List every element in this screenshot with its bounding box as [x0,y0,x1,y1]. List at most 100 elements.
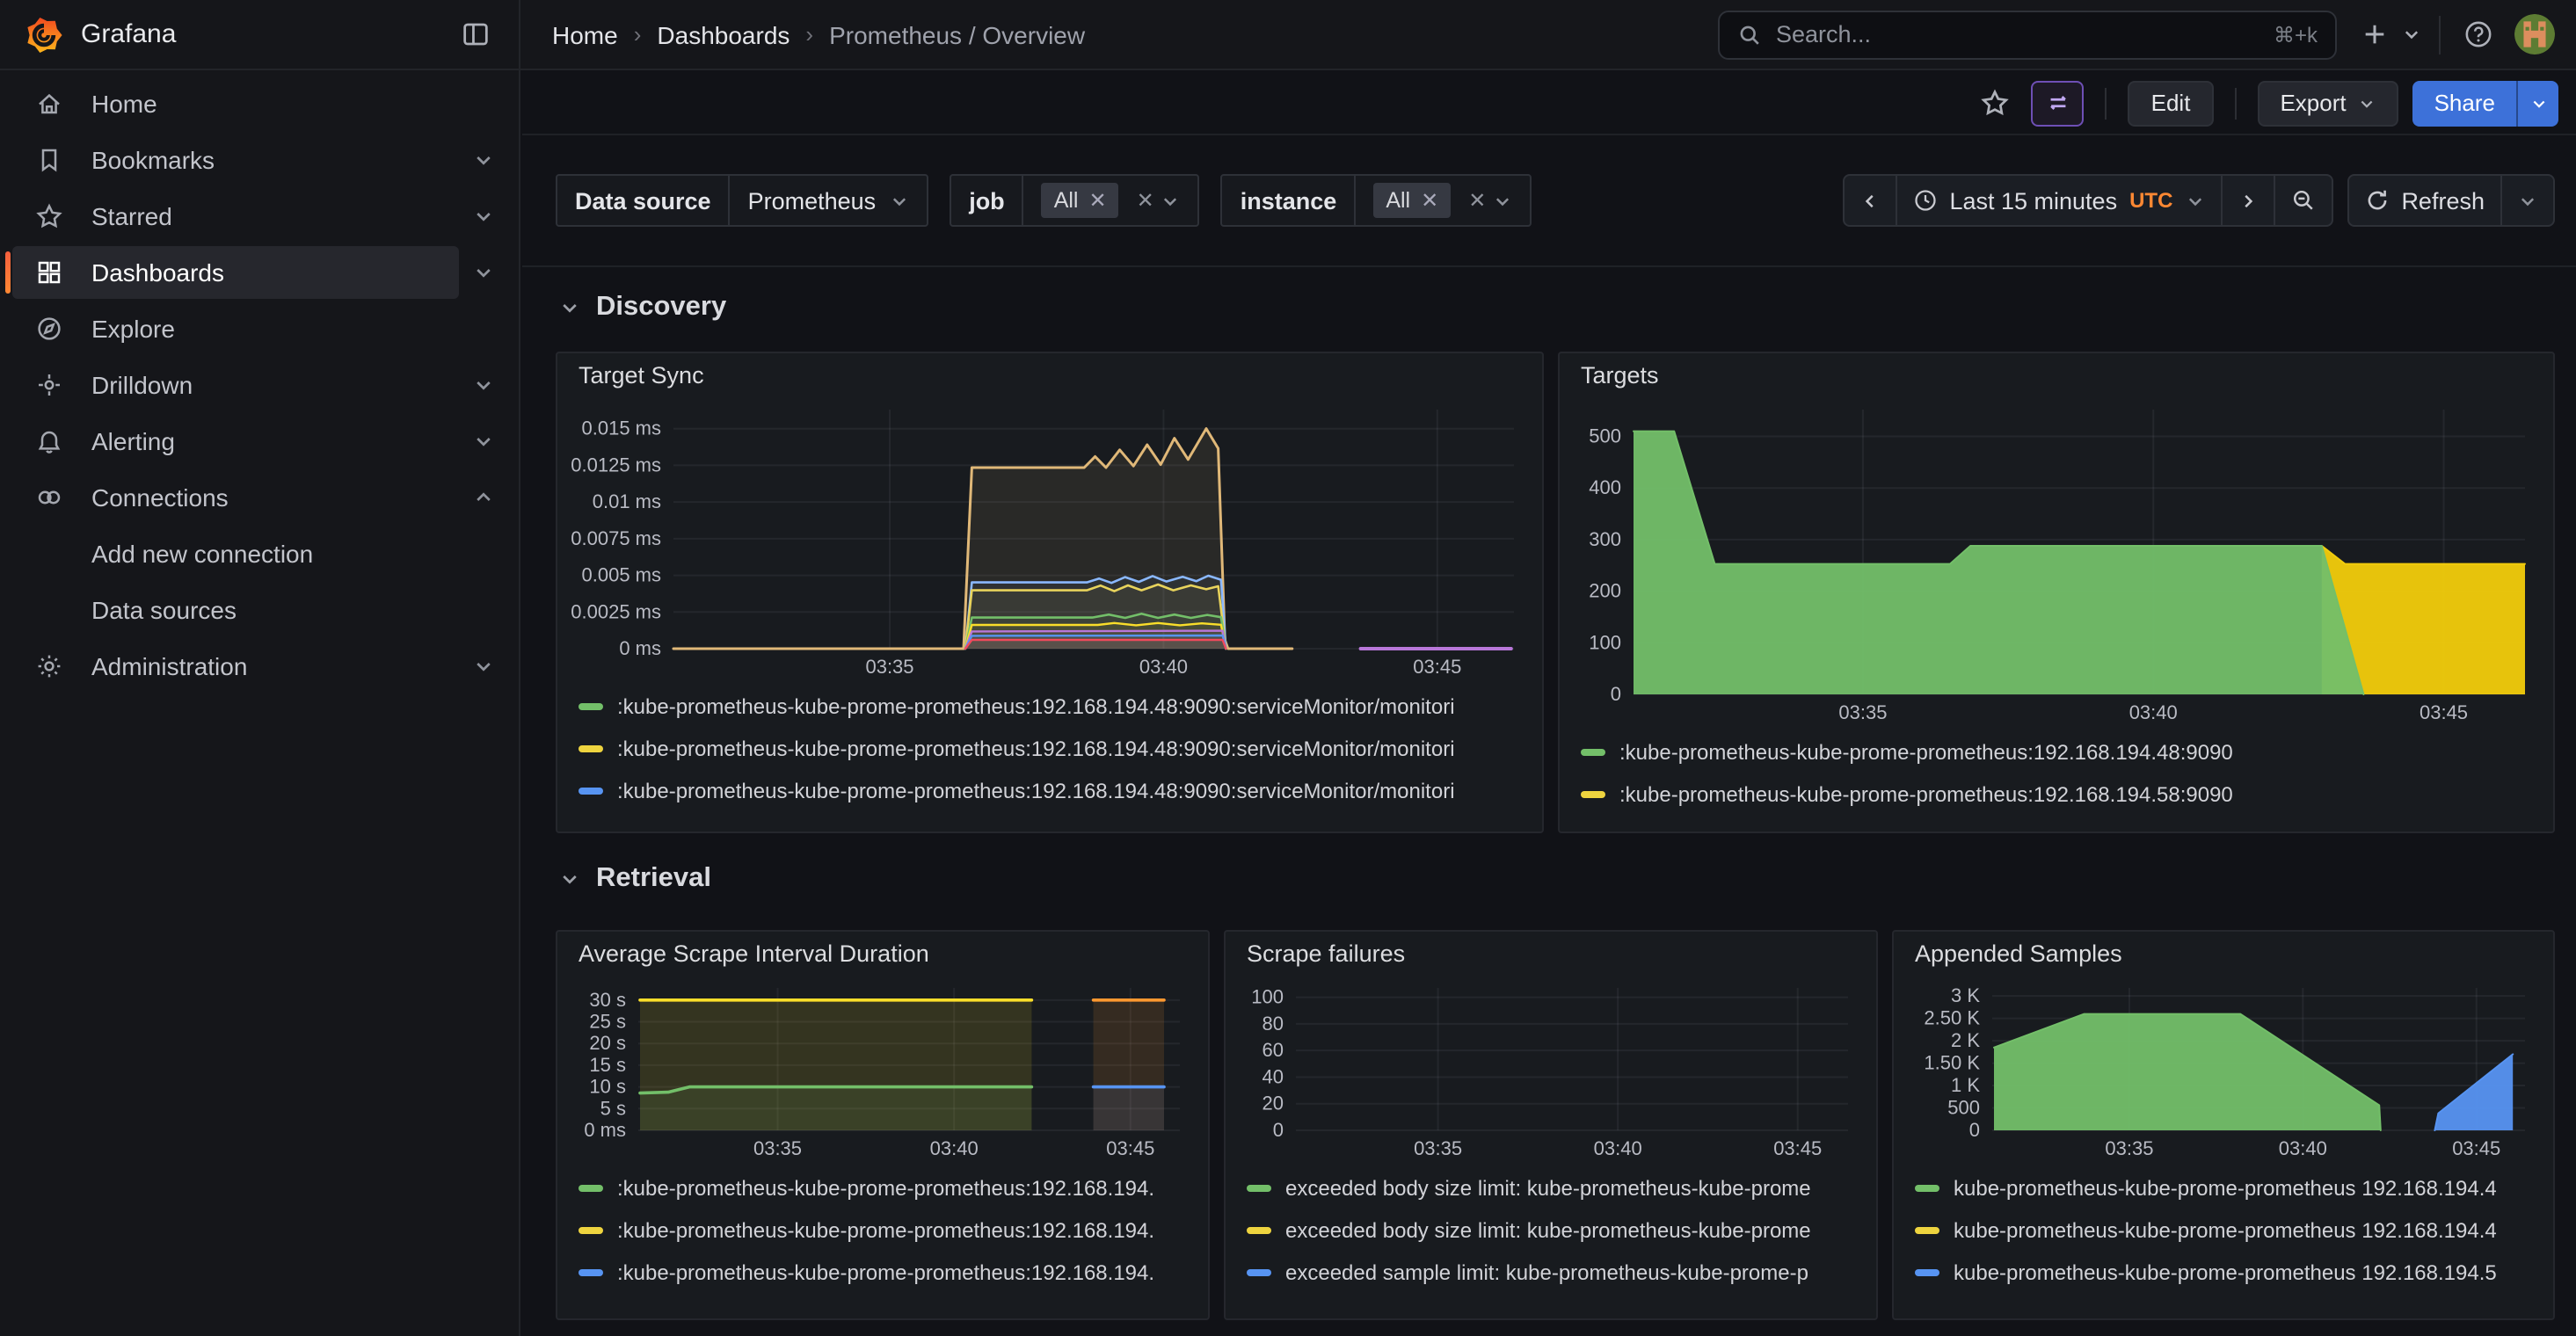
legend-item[interactable]: :kube-prometheus-kube-prome-prometheus:1… [1581,773,2532,816]
refresh-interval-button[interactable] [2500,176,2553,225]
datasource-picker[interactable]: Data source Prometheus [556,174,928,227]
svg-text:20 s: 20 s [589,1032,626,1054]
svg-text:03:40: 03:40 [1139,656,1188,678]
add-new-button[interactable] [2351,11,2397,57]
clear-icon[interactable]: ✕ [1137,188,1154,213]
sidebar-item-label[interactable]: Connections [12,471,459,524]
avatar[interactable] [2514,14,2555,54]
chevron-down-icon[interactable] [459,374,508,396]
refresh-button[interactable]: Refresh [2348,176,2500,225]
sidebar-item-alerting[interactable]: Alerting [12,415,508,468]
sidebar-item-bookmarks[interactable]: Bookmarks [12,134,508,186]
legend-item[interactable]: :kube-prometheus-kube-prome-prometheus:1… [1581,731,2532,773]
time-range-picker[interactable]: Last 15 minutes UTC [1895,176,2220,225]
legend-item[interactable]: :kube-prometheus-kube-prome-prometheus:1… [579,1209,1187,1252]
instance-chip[interactable]: All✕ [1373,183,1451,218]
sidebar-item-label[interactable]: Dashboards [12,246,459,299]
chevron-down-icon[interactable] [459,656,508,677]
sidebar-item-starred[interactable]: Starred [12,190,508,243]
legend-label: :kube-prometheus-kube-prome-prometheus:1… [617,1260,1154,1285]
legend-item[interactable]: :kube-prometheus-kube-prome-prometheus:1… [579,1252,1187,1294]
search-shortcut: ⌘+k [2274,22,2318,47]
instance-filter[interactable]: instance All✕ ✕ [1221,174,1532,227]
legend-item[interactable]: :kube-prometheus-kube-prome-prometheus:1… [579,728,1521,770]
panel-title[interactable]: Scrape failures [1226,932,1876,977]
sidebar-item-administration[interactable]: Administration [12,640,508,693]
time-shift-back-button[interactable] [1844,176,1895,225]
chevron-down-icon[interactable] [459,431,508,452]
share-button[interactable]: Share [2413,80,2516,126]
legend-color-swatch [1915,1269,1939,1276]
job-filter[interactable]: job All✕ ✕ [950,174,1200,227]
chevron-down-icon[interactable] [459,262,508,283]
sidebar-item-home[interactable]: Home [12,77,508,130]
sidebar-item-add-new-connection[interactable]: Add new connection [12,527,508,580]
datasource-value[interactable]: Prometheus [729,176,928,225]
legend-item[interactable]: :kube-prometheus-kube-prome-prometheus:1… [579,770,1521,812]
chevron-up-icon[interactable] [459,487,508,508]
svg-text:30 s: 30 s [589,989,626,1011]
legend-item[interactable]: exceeded body size limit: kube-prometheu… [1247,1209,1855,1252]
sidebar-item-dashboards[interactable]: Dashboards [12,246,508,299]
sidebar-item-label[interactable]: Bookmarks [12,134,459,186]
legend-item[interactable]: :kube-prometheus-kube-prome-prometheus:1… [579,1167,1187,1209]
help-icon[interactable] [2455,11,2500,57]
chart-legend: :kube-prometheus-kube-prome-prometheus:1… [557,680,1542,823]
time-shift-forward-button[interactable] [2220,176,2273,225]
star-icon[interactable] [1972,80,2018,126]
job-value[interactable]: All✕ ✕ [1022,176,1198,225]
panel-title[interactable]: Target Sync [557,353,1542,399]
time-series-chart[interactable]: 02040608010003:3503:4003:45 [1236,977,1862,1162]
sidebar-item-label[interactable]: Explore [12,302,508,355]
sidebar-item-connections[interactable]: Connections [12,471,508,524]
legend-item[interactable]: :kube-prometheus-kube-prome-prometheus:1… [579,686,1521,728]
legend-item[interactable]: exceeded sample limit: kube-prometheus-k… [1247,1252,1855,1294]
panels-toggle-button[interactable] [2032,80,2085,126]
remove-icon[interactable]: ✕ [1421,188,1438,213]
zoom-out-button[interactable] [2273,176,2331,225]
time-series-chart[interactable]: 010020030040050003:3503:4003:45 [1570,399,2539,726]
legend-item[interactable]: kube-prometheus-kube-prome-prometheus 19… [1915,1209,2532,1252]
section-discovery[interactable]: Discovery [559,292,726,323]
search-input[interactable]: ⌘+k [1718,10,2337,59]
job-chip[interactable]: All✕ [1042,183,1119,218]
legend-item[interactable]: kube-prometheus-kube-prome-prometheus 19… [1915,1252,2532,1294]
edit-button[interactable]: Edit [2128,80,2214,126]
chevron-down-icon[interactable] [2397,11,2425,57]
breadcrumb-home[interactable]: Home [552,20,618,48]
breadcrumb-dashboards[interactable]: Dashboards [657,20,790,48]
sidebar-item-label[interactable]: Alerting [12,415,459,468]
sidebar-item-explore[interactable]: Explore [12,302,508,355]
legend-label: exceeded body size limit: kube-prometheu… [1285,1218,1811,1243]
sidebar-item-label[interactable]: Data sources [12,584,508,636]
brand-name[interactable]: Grafana [81,19,452,49]
chevron-down-icon[interactable] [459,149,508,171]
time-series-chart[interactable]: 0 ms0.0025 ms0.005 ms0.0075 ms0.01 ms0.0… [568,399,1528,680]
panel-title[interactable]: Average Scrape Interval Duration [557,932,1208,977]
sidebar-item-data-sources[interactable]: Data sources [12,584,508,636]
instance-value[interactable]: All✕ ✕ [1354,176,1530,225]
sidebar-item-label[interactable]: Drilldown [12,359,459,411]
chevron-down-icon [1493,191,1512,210]
home-icon [35,90,63,118]
share-menu-button[interactable] [2516,80,2558,126]
legend-item[interactable]: exceeded body size limit: kube-prometheu… [1247,1167,1855,1209]
sidebar-item-label[interactable]: Administration [12,640,459,693]
panel-title[interactable]: Appended Samples [1894,932,2553,977]
sidebar-item-drilldown[interactable]: Drilldown [12,359,508,411]
panel-title[interactable]: Targets [1560,353,2553,399]
sidebar-item-label[interactable]: Starred [12,190,459,243]
time-series-chart[interactable]: 0 ms5 s10 s15 s20 s25 s30 s03:3503:4003:… [568,977,1194,1162]
remove-icon[interactable]: ✕ [1089,188,1107,213]
grafana-logo-icon[interactable] [25,15,63,54]
sidebar-item-label[interactable]: Add new connection [12,527,508,580]
export-button[interactable]: Export [2257,80,2398,126]
search-field[interactable] [1776,21,2259,47]
chevron-down-icon[interactable] [459,206,508,227]
clear-icon[interactable]: ✕ [1468,188,1486,213]
sidebar-item-label[interactable]: Home [12,77,508,130]
sidebar-collapse-icon[interactable] [452,11,498,57]
legend-item[interactable]: kube-prometheus-kube-prome-prometheus 19… [1915,1167,2532,1209]
time-series-chart[interactable]: 05001 K1.50 K2 K2.50 K3 K03:3503:4003:45 [1904,977,2539,1162]
section-retrieval[interactable]: Retrieval [559,863,711,895]
